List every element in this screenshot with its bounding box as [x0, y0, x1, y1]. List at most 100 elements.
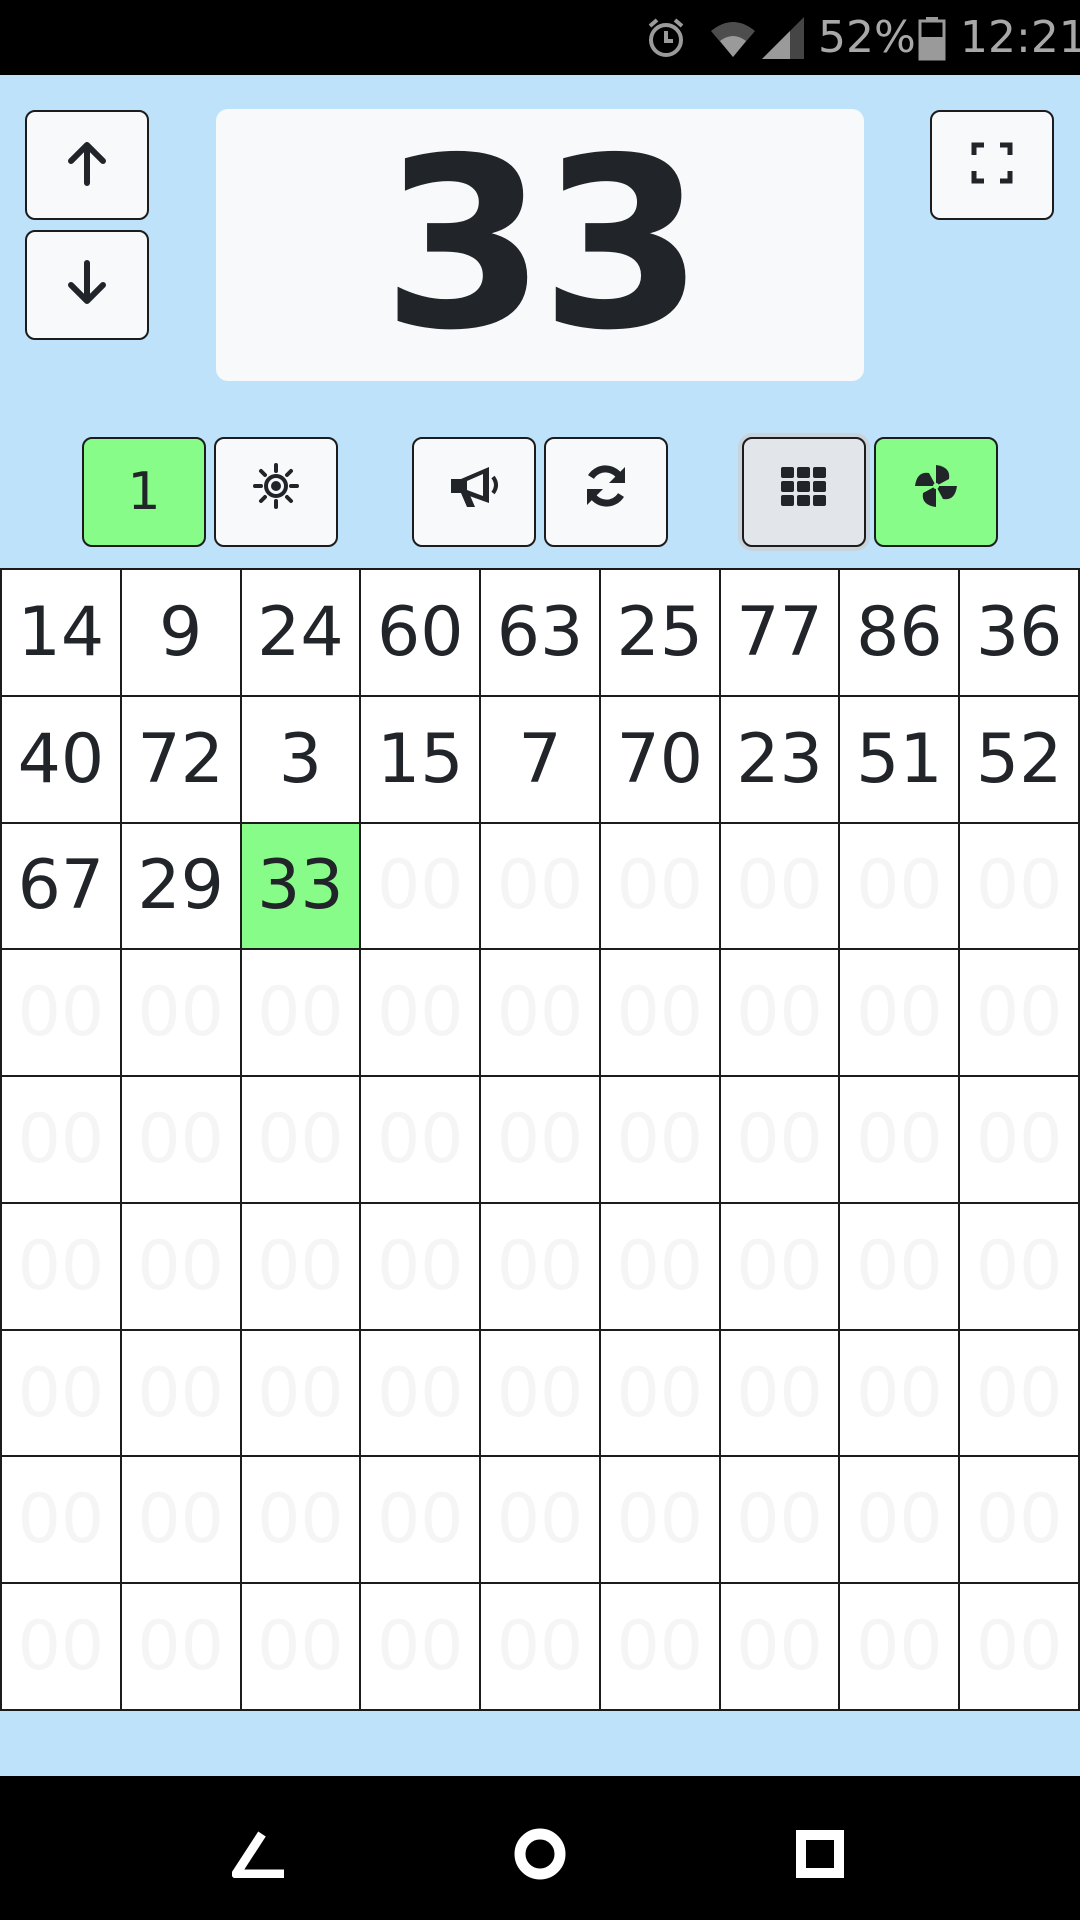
pinwheel-icon — [911, 461, 961, 524]
grid-cell[interactable]: 00 — [121, 1330, 240, 1456]
grid-cell[interactable]: 40 — [2, 696, 120, 822]
grid-cell[interactable]: 00 — [361, 1457, 480, 1583]
grid-cell[interactable]: 00 — [241, 1330, 360, 1456]
grid-cell[interactable]: 00 — [241, 1457, 360, 1583]
grid-cell[interactable]: 00 — [121, 1077, 240, 1202]
grid-cell[interactable]: 00 — [960, 1203, 1078, 1329]
grid-cell[interactable]: 00 — [2, 1203, 120, 1329]
grid-cell[interactable]: 00 — [2, 950, 120, 1076]
grid-cell[interactable]: 00 — [600, 950, 719, 1076]
grid-cell[interactable]: 00 — [600, 1077, 719, 1202]
grid-cell[interactable]: 00 — [121, 950, 240, 1076]
grid-cell[interactable]: 00 — [600, 1330, 719, 1456]
grid-cell[interactable]: 00 — [720, 823, 839, 949]
grid-cell[interactable]: 00 — [2, 1330, 120, 1456]
grid-cell[interactable]: 00 — [121, 1203, 240, 1329]
grid-cell[interactable]: 00 — [121, 1584, 240, 1709]
grid-cell[interactable]: 77 — [720, 570, 839, 695]
grid-cell[interactable]: 00 — [840, 823, 959, 949]
grid-cell[interactable]: 00 — [960, 1584, 1078, 1709]
grid-cell[interactable]: 00 — [2, 1584, 120, 1709]
brightness-button[interactable] — [214, 437, 338, 547]
count-button[interactable]: 1 — [82, 437, 206, 547]
next-button[interactable] — [25, 230, 149, 340]
grid-cell[interactable]: 00 — [960, 1457, 1078, 1583]
grid-cell[interactable]: 00 — [481, 1584, 599, 1709]
grid-cell[interactable]: 00 — [361, 1203, 480, 1329]
grid-cell[interactable]: 00 — [481, 1203, 599, 1329]
grid-cell[interactable]: 00 — [481, 1457, 599, 1583]
grid-cell[interactable]: 24 — [241, 570, 360, 695]
grid-cell[interactable]: 7 — [481, 696, 599, 822]
grid-cell[interactable]: 00 — [2, 1457, 120, 1583]
grid-cell[interactable]: 23 — [720, 696, 839, 822]
grid-cell[interactable]: 00 — [361, 950, 480, 1076]
grid-cell[interactable]: 51 — [840, 696, 959, 822]
arrow-up-icon — [65, 139, 109, 192]
grid-cell[interactable]: 00 — [361, 1584, 480, 1709]
grid-cell[interactable]: 00 — [361, 823, 480, 949]
grid-cell[interactable]: 15 — [361, 696, 480, 822]
grid-cell[interactable]: 52 — [960, 696, 1078, 822]
previous-button[interactable] — [25, 110, 149, 220]
grid-cell[interactable]: 00 — [481, 1077, 599, 1202]
grid-cell[interactable]: 00 — [600, 1457, 719, 1583]
home-icon — [512, 1826, 568, 1887]
grid-cell[interactable]: 00 — [2, 1077, 120, 1202]
grid-cell[interactable]: 3 — [241, 696, 360, 822]
grid-cell[interactable]: 00 — [960, 823, 1078, 949]
grid-cell[interactable]: 00 — [960, 1330, 1078, 1456]
grid-cell[interactable]: 00 — [481, 950, 599, 1076]
grid-view-button[interactable] — [742, 437, 866, 547]
bottom-strip — [0, 1711, 1080, 1776]
grid-cell[interactable]: 00 — [720, 1330, 839, 1456]
grid-cell[interactable]: 72 — [121, 696, 240, 822]
spin-button[interactable] — [874, 437, 998, 547]
grid-cell[interactable]: 00 — [241, 950, 360, 1076]
grid-cell[interactable]: 67 — [2, 823, 120, 949]
grid-cell[interactable]: 86 — [840, 570, 959, 695]
grid-cell[interactable]: 00 — [840, 1457, 959, 1583]
grid-cell[interactable]: 00 — [600, 823, 719, 949]
grid-cell[interactable]: 00 — [840, 1584, 959, 1709]
clock: 12:21 — [960, 12, 1080, 63]
refresh-button[interactable] — [544, 437, 668, 547]
back-button[interactable] — [220, 1816, 300, 1896]
grid-cell[interactable]: 00 — [361, 1330, 480, 1456]
grid-cell[interactable]: 14 — [2, 570, 120, 695]
grid-cell[interactable]: 00 — [840, 1203, 959, 1329]
grid-cell[interactable]: 00 — [361, 1077, 480, 1202]
grid-cell[interactable]: 00 — [241, 1584, 360, 1709]
recents-button[interactable] — [780, 1816, 860, 1896]
grid-cell[interactable]: 00 — [720, 1584, 839, 1709]
grid-cell[interactable]: 00 — [840, 950, 959, 1076]
grid-cell[interactable]: 00 — [121, 1457, 240, 1583]
grid-cell[interactable]: 63 — [481, 570, 599, 695]
grid-cell[interactable]: 00 — [960, 950, 1078, 1076]
grid-cell[interactable]: 00 — [840, 1077, 959, 1202]
grid-cell[interactable]: 00 — [720, 1077, 839, 1202]
home-button[interactable] — [500, 1816, 580, 1896]
grid-cell[interactable]: 25 — [600, 570, 719, 695]
grid-cell[interactable]: 00 — [720, 1203, 839, 1329]
grid-cell[interactable]: 00 — [241, 1077, 360, 1202]
battery-icon — [918, 0, 946, 75]
grid-cell[interactable]: 00 — [600, 1584, 719, 1709]
grid-cell[interactable]: 00 — [720, 1457, 839, 1583]
grid-cell[interactable]: 33 — [241, 823, 360, 949]
grid-cell[interactable]: 00 — [960, 1077, 1078, 1202]
grid-cell[interactable]: 60 — [361, 570, 480, 695]
grid-cell[interactable]: 9 — [121, 570, 240, 695]
grid-cell[interactable]: 00 — [241, 1203, 360, 1329]
grid-cell[interactable]: 29 — [121, 823, 240, 949]
grid-cell[interactable]: 00 — [720, 950, 839, 1076]
status-bar: 52% 12:21 — [0, 0, 1080, 75]
grid-cell[interactable]: 00 — [840, 1330, 959, 1456]
grid-cell[interactable]: 00 — [600, 1203, 719, 1329]
grid-cell[interactable]: 00 — [481, 1330, 599, 1456]
announce-button[interactable] — [412, 437, 536, 547]
grid-cell[interactable]: 00 — [481, 823, 599, 949]
grid-cell[interactable]: 70 — [600, 696, 719, 822]
fullscreen-button[interactable] — [930, 110, 1054, 220]
grid-cell[interactable]: 36 — [960, 570, 1078, 695]
